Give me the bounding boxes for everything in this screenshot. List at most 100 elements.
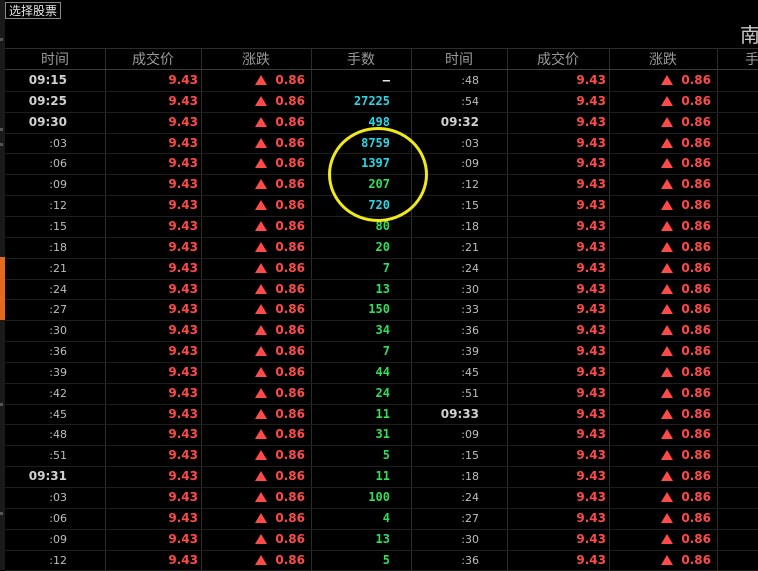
time-cell: :48 [49,428,67,441]
table-row[interactable]: :48 9.43 0.86 31:09 9.43 0.86 [5,424,758,445]
select-stock-button[interactable]: 选择股票 [5,2,62,19]
time-cell: :36 [461,554,479,567]
change-value: 0.86 [681,282,711,296]
volume-cell: 13 [375,532,390,546]
change-value: 0.86 [275,511,305,525]
table-row[interactable]: :18 9.43 0.86 20:21 9.43 0.86 [5,237,758,258]
header-right-time: 时间 [445,52,473,68]
price-cell: 9.43 [168,553,198,567]
time-cell: :06 [49,157,67,170]
up-triangle-icon [255,117,268,127]
price-cell: 9.43 [168,469,198,483]
volume-cell: 150 [368,302,390,316]
change-cell: 0.86 [609,279,711,300]
up-triangle-icon [255,409,268,419]
table-row[interactable]: 09:25 9.43 0.86 27225:54 9.43 0.86 [5,91,758,112]
change-value: 0.86 [275,115,305,129]
table-row[interactable]: :12 9.43 0.86 5:36 9.43 0.86 [5,550,758,571]
table-row[interactable]: :51 9.43 0.86 5:15 9.43 0.86 [5,445,758,466]
price-cell: 9.43 [168,532,198,546]
price-cell: 9.43 [576,219,606,233]
volume-cell: 27225 [353,94,390,108]
price-cell: 9.43 [576,344,606,358]
time-cell: :45 [461,366,479,379]
change-cell: 0.86 [201,529,305,550]
time-cell: :48 [461,74,479,87]
table-row[interactable]: :27 9.43 0.86 150:33 9.43 0.86 [5,299,758,320]
price-cell: 9.43 [576,386,606,400]
up-triangle-icon [255,221,268,231]
time-cell: 09:32 [440,115,479,129]
up-triangle-icon [255,179,268,189]
price-cell: 9.43 [576,198,606,212]
change-value: 0.86 [275,365,305,379]
change-cell: 0.86 [609,383,711,404]
volume-cell: 5 [382,553,390,567]
up-triangle-icon [661,534,674,544]
volume-cell: 5 [382,448,390,462]
change-cell: 0.86 [201,153,305,174]
time-cell: :09 [461,428,479,441]
table-row[interactable]: :24 9.43 0.86 13:30 9.43 0.86 [5,279,758,300]
change-value: 0.86 [681,94,711,108]
change-cell: 0.86 [609,508,711,529]
up-triangle-icon [661,117,674,127]
table-row[interactable]: :21 9.43 0.86 7:24 9.43 0.86 [5,258,758,279]
table-row[interactable]: :03 9.43 0.86 100:24 9.43 0.86 [5,487,758,508]
price-cell: 9.43 [576,407,606,421]
header-top-border [5,48,758,49]
table-row[interactable]: 09:15 9.43 0.86 —:48 9.43 0.86 [5,70,758,91]
price-cell: 9.43 [168,386,198,400]
up-triangle-icon [661,429,674,439]
price-cell: 9.43 [168,448,198,462]
change-value: 0.86 [275,198,305,212]
table-row[interactable]: 09:31 9.43 0.86 11:18 9.43 0.86 [5,466,758,487]
table-row[interactable]: :30 9.43 0.86 34:36 9.43 0.86 [5,320,758,341]
volume-cell: 4 [382,511,390,525]
time-cell: :33 [461,303,479,316]
change-value: 0.86 [275,323,305,337]
volume-cell: 11 [375,407,390,421]
up-triangle-icon [661,158,674,168]
time-cell: :15 [49,220,67,233]
up-triangle-icon [661,284,674,294]
price-cell: 9.43 [576,156,606,170]
change-cell: 0.86 [609,529,711,550]
price-cell: 9.43 [168,115,198,129]
volume-cell: 20 [375,240,390,254]
time-cell: :30 [461,533,479,546]
table-row[interactable]: :36 9.43 0.86 7:39 9.43 0.86 [5,341,758,362]
change-value: 0.86 [681,448,711,462]
change-value: 0.86 [681,136,711,150]
table-row[interactable]: :42 9.43 0.86 24:51 9.43 0.86 [5,383,758,404]
change-cell: 0.86 [201,320,305,341]
change-cell: 0.86 [201,112,305,133]
change-cell: 0.86 [609,299,711,320]
change-value: 0.86 [275,156,305,170]
up-triangle-icon [661,555,674,565]
up-triangle-icon [661,75,674,85]
change-cell: 0.86 [609,320,711,341]
price-cell: 9.43 [576,427,606,441]
price-cell: 9.43 [168,344,198,358]
price-cell: 9.43 [576,73,606,87]
change-cell: 0.86 [201,508,305,529]
change-cell: 0.86 [609,195,711,216]
header-right-change: 涨跌 [649,52,677,68]
table-row[interactable]: :39 9.43 0.86 44:45 9.43 0.86 [5,362,758,383]
up-triangle-icon [255,75,268,85]
change-cell: 0.86 [201,216,305,237]
up-triangle-icon [661,388,674,398]
change-cell: 0.86 [201,174,305,195]
up-triangle-icon [255,513,268,523]
up-triangle-icon [661,304,674,314]
change-cell: 0.86 [201,487,305,508]
up-triangle-icon [255,242,268,252]
change-value: 0.86 [681,427,711,441]
table-row[interactable]: :09 9.43 0.86 13:30 9.43 0.86 [5,529,758,550]
table-row[interactable]: :06 9.43 0.86 4:27 9.43 0.86 [5,508,758,529]
change-cell: 0.86 [201,341,305,362]
change-value: 0.86 [681,511,711,525]
table-row[interactable]: :45 9.43 0.86 11 09:33 9.43 0.86 [5,404,758,425]
time-cell: :24 [461,262,479,275]
